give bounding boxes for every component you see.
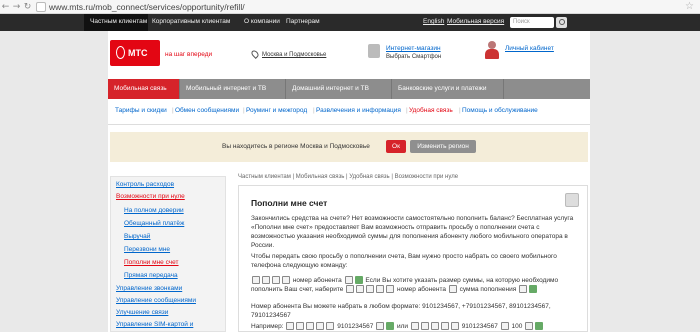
shop-subtitle: Выбрать Смартфон	[386, 54, 442, 60]
reload-icon[interactable]: ↻	[22, 2, 33, 12]
number-format-paragraph: Номер абонента Вы можете набрать в любом…	[251, 303, 551, 319]
star-key-icon	[500, 322, 509, 331]
digit-key-icon	[376, 285, 385, 294]
menu-item-signal[interactable]: Улучшение связи	[116, 309, 168, 316]
star-key-icon	[450, 322, 459, 331]
star-key-icon	[410, 322, 419, 331]
tab-mobile[interactable]: Мобильная связь	[108, 79, 180, 99]
example-label: Например:	[251, 323, 284, 330]
menu-item-sim[interactable]: Управление SIM-картой и	[116, 321, 193, 328]
example-line: Например: 9101234567 или 9101234567 100	[251, 322, 591, 331]
ok-button[interactable]: Ок	[386, 140, 406, 153]
cmd-subscriber-number-2: номер абонента	[396, 286, 446, 293]
hash-key-icon	[525, 322, 534, 331]
star-key-icon	[346, 285, 355, 294]
hash-key-icon	[282, 276, 290, 285]
digit-key-icon	[296, 322, 305, 331]
star-key-icon	[286, 322, 295, 331]
menu-item-promised[interactable]: Обещанный платёж	[124, 220, 184, 227]
menu-item-calls[interactable]: Управление звонками	[116, 285, 182, 292]
digit-key-icon	[272, 276, 280, 285]
top-nav-corporate[interactable]: Корпоративным клиентам	[152, 18, 230, 25]
menu-item-trust[interactable]: На полном доверии	[124, 207, 184, 214]
call-key-icon	[535, 322, 544, 331]
print-icon[interactable]	[565, 193, 579, 207]
section-tabs: Мобильная связь Мобильный интернет и ТВ …	[108, 79, 590, 99]
cmd-sum: сумма пополнения	[459, 286, 517, 293]
forward-icon[interactable]: →	[11, 2, 22, 12]
top-navigation: Частным клиентам Корпоративным клиентам …	[0, 14, 700, 31]
instruction-paragraph: Чтобы передать свою просьбу о пополнении…	[251, 253, 557, 269]
url-field[interactable]: www.mts.ru/mob_connect/services/opportun…	[49, 2, 245, 12]
digit-key-icon	[366, 285, 375, 294]
subnav-tariffs[interactable]: Тарифы и скидки	[115, 107, 167, 114]
menu-item-transfer[interactable]: Прямая передача	[124, 272, 178, 279]
example-number-1: 9101234567	[337, 323, 374, 330]
tab-banking[interactable]: Банковские услуги и платежи	[392, 79, 504, 99]
subnav-convenient[interactable]: Удобная связь	[409, 107, 453, 114]
menu-item-messages[interactable]: Управление сообщениями	[116, 297, 196, 304]
top-nav-private[interactable]: Частным клиентам	[90, 18, 147, 25]
digit-key-icon	[420, 322, 429, 331]
digit-key-icon	[356, 285, 365, 294]
online-shop-link[interactable]: Интернет-магазин	[386, 45, 441, 52]
page-title: Пополни мне счет	[251, 198, 328, 208]
digit-key-icon	[440, 322, 449, 331]
tab-mobile-internet[interactable]: Мобильный интернет и ТВ	[180, 79, 286, 99]
subnav-roaming[interactable]: Роуминг и межгород	[246, 107, 307, 114]
english-link[interactable]: English	[423, 18, 444, 25]
star-key-icon	[386, 285, 395, 294]
example-sum: 100	[511, 323, 523, 330]
call-key-icon	[354, 276, 363, 285]
digit-key-icon	[430, 322, 439, 331]
shop-icon	[368, 44, 380, 58]
page-icon	[36, 1, 46, 12]
menu-item-callback[interactable]: Перезвони мне	[124, 246, 170, 253]
bookmark-star-icon[interactable]: ☆	[685, 1, 694, 12]
call-key-icon	[386, 322, 395, 331]
region-message: Вы находитесь в регионе Москва и Подмоск…	[222, 143, 370, 150]
mts-logo[interactable]: МТС	[110, 40, 160, 66]
region-banner: Вы находитесь в регионе Москва и Подмоск…	[110, 132, 588, 162]
search-icon[interactable]	[556, 17, 567, 28]
slogan: на шаг впереди	[165, 51, 213, 58]
intro-paragraph: Закончились средства на счете? Нет возмо…	[251, 215, 574, 249]
subnav-help[interactable]: Помощь и обслуживание	[462, 107, 538, 114]
menu-item-refill[interactable]: Пополни мне счет	[124, 259, 179, 266]
logo-egg-icon	[116, 46, 125, 59]
top-nav-about[interactable]: О компании	[244, 18, 280, 25]
example-number-2: 9101234567	[461, 323, 498, 330]
search-input[interactable]: Поиск	[510, 17, 554, 28]
browser-address-bar: ← → ↻ www.mts.ru/mob_connect/services/op…	[0, 0, 700, 14]
menu-item-rescue[interactable]: Выручай	[124, 233, 150, 240]
region-link[interactable]: Москва и Подмосковье	[262, 52, 326, 58]
mobile-version-link[interactable]: Мобильная версия	[447, 18, 504, 25]
change-region-button[interactable]: Изменить регион	[410, 140, 476, 153]
digit-key-icon	[316, 322, 325, 331]
subnav-messages[interactable]: Обмен сообщениями	[175, 107, 239, 114]
subnav-entertainment[interactable]: Развлечения и информация	[316, 107, 401, 114]
back-icon[interactable]: ←	[0, 2, 11, 12]
star-key-icon	[326, 322, 335, 331]
hash-key-icon	[519, 285, 528, 294]
personal-cabinet-link[interactable]: Личный кабинет	[505, 45, 554, 52]
logo-text: МТС	[128, 48, 148, 58]
hash-key-icon	[344, 276, 353, 285]
top-nav-partners[interactable]: Партнерам	[286, 18, 320, 25]
cmd-subscriber-number: номер абонента	[292, 277, 342, 284]
command-line: номер абонента Если Вы хотите указать ра…	[251, 276, 581, 294]
hash-key-icon	[376, 322, 385, 331]
menu-item-zero-balance[interactable]: Возможности при нуле	[116, 193, 185, 200]
digit-key-icon	[262, 276, 270, 285]
breadcrumb: Частным клиентам | Мобильная связь | Удо…	[238, 174, 459, 180]
star-key-icon	[252, 276, 260, 285]
star-key-icon	[448, 285, 457, 294]
call-key-icon	[529, 285, 538, 294]
user-icon	[484, 41, 500, 59]
digit-key-icon	[306, 322, 315, 331]
example-or: или	[397, 323, 409, 330]
tab-home-internet[interactable]: Домашний интернет и ТВ	[286, 79, 392, 99]
menu-item-expenses[interactable]: Контроль расходов	[116, 181, 174, 188]
